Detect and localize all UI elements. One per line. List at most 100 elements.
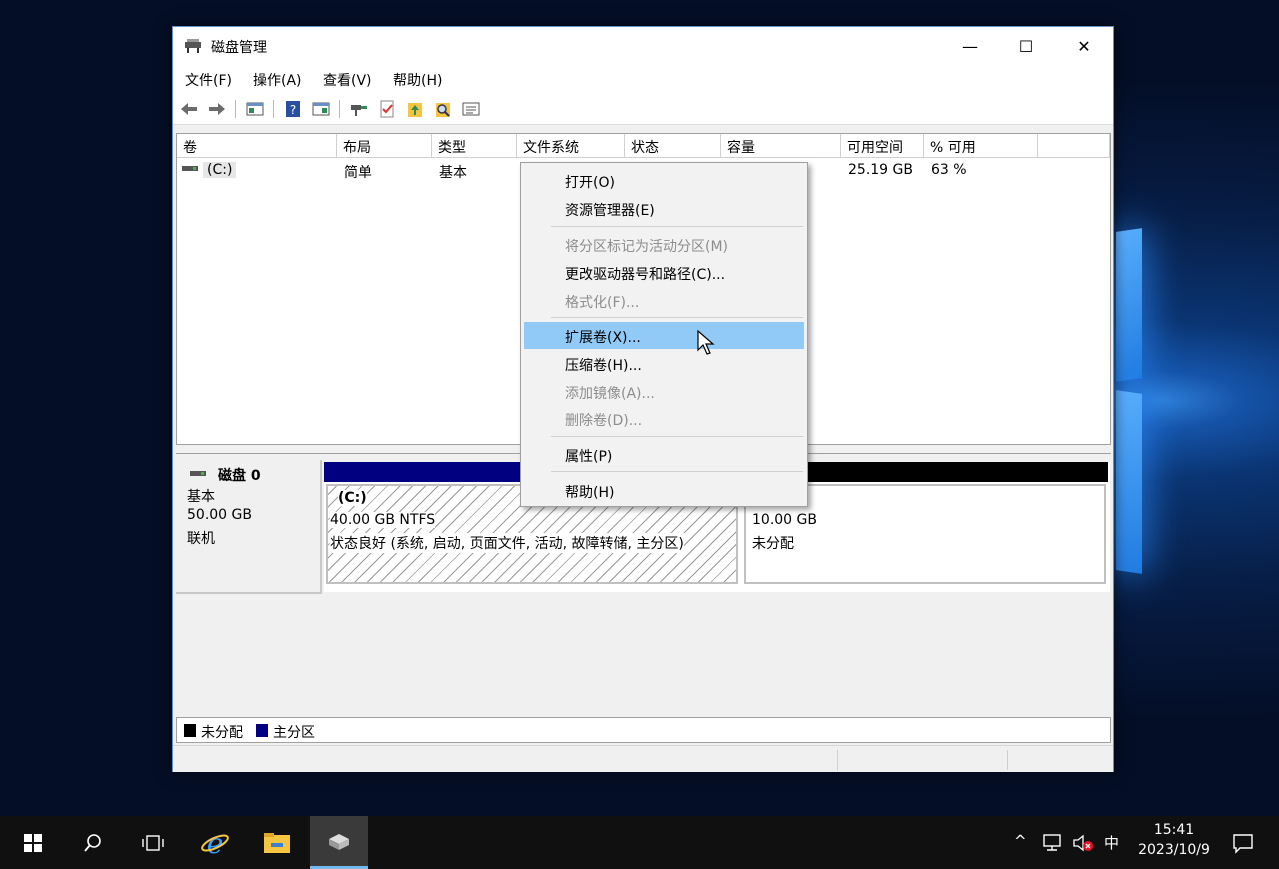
toolbar-separator	[273, 100, 274, 118]
menu-item-add-mirror: 添加镜像(A)...	[565, 386, 655, 402]
toolbar-separator	[235, 100, 236, 118]
tray-chevron-icon[interactable]: ^	[1014, 832, 1027, 850]
disk-icon	[190, 471, 206, 476]
volume-muted-icon[interactable]	[1072, 834, 1094, 852]
internet-explorer-button[interactable]: e	[186, 816, 244, 869]
menu-view[interactable]: 查看(V)	[323, 70, 372, 90]
menu-item-change-drive-letter[interactable]: 更改驱动器号和路径(C)...	[524, 259, 804, 286]
column-header-filesystem[interactable]: 文件系统	[517, 134, 625, 158]
disk-management-icon	[185, 39, 201, 53]
volume-name: (C:)	[203, 162, 237, 178]
menu-item-explorer[interactable]: 资源管理器(E)	[524, 195, 804, 222]
file-explorer-button[interactable]	[248, 816, 306, 869]
unallocated-size: 10.00 GB	[752, 512, 817, 528]
volume-free-space: 25.19 GB	[848, 162, 913, 178]
search-folder-icon[interactable]	[433, 99, 453, 119]
context-menu: 打开(O) 资源管理器(E) 将分区标记为活动分区(M) 更改驱动器号和路径(C…	[520, 162, 808, 507]
network-icon[interactable]	[1042, 834, 1062, 852]
notification-icon[interactable]	[1232, 832, 1254, 854]
properties-window-icon[interactable]	[311, 99, 331, 119]
menu-separator	[551, 317, 803, 318]
menu-help[interactable]: 帮助(H)	[393, 70, 442, 90]
title-bar[interactable]: 磁盘管理 — ☐ ✕	[173, 27, 1113, 65]
unallocated-status: 未分配	[752, 536, 794, 552]
column-header-free-space[interactable]: 可用空间	[841, 134, 924, 158]
windows-logo-pane	[1116, 390, 1142, 574]
disk-management-taskbar-button[interactable]	[310, 816, 368, 869]
ime-indicator[interactable]: 中	[1104, 832, 1119, 853]
menu-item-extend-volume[interactable]: 扩展卷(X)...	[524, 322, 804, 349]
legend-unallocated: 未分配	[201, 725, 243, 741]
menu-separator	[551, 226, 803, 227]
disk-name: 磁盘 0	[218, 468, 261, 484]
minimize-button[interactable]: —	[947, 27, 993, 65]
clock-date: 2023/10/9	[1138, 842, 1210, 858]
menu-item-mark-active: 将分区标记为活动分区(M)	[565, 239, 729, 255]
column-header-percent-free[interactable]: % 可用	[924, 134, 1038, 158]
checklist-icon[interactable]	[377, 99, 397, 119]
windows-logo-pane	[1116, 228, 1142, 382]
partition-c-label: (C:)	[338, 490, 367, 506]
menu-separator	[551, 471, 803, 472]
toolbar: ?	[173, 93, 1113, 125]
search-icon	[84, 833, 101, 852]
window-title: 磁盘管理	[211, 40, 267, 56]
column-header-volume[interactable]: 卷	[177, 134, 337, 158]
legend-primary: 主分区	[273, 725, 315, 741]
disk-info-box[interactable]: 磁盘 0 基本 50.00 GB 联机	[176, 460, 322, 594]
legend-swatch-unallocated	[184, 724, 196, 737]
maximize-button[interactable]: ☐	[1003, 27, 1049, 65]
partition-c-status: 状态良好 (系统, 启动, 页面文件, 活动, 故障转储, 主分区)	[330, 533, 684, 553]
disk-size: 50.00 GB	[187, 507, 252, 523]
disk-management-icon	[329, 834, 349, 850]
menu-separator	[551, 436, 803, 437]
status-bar	[173, 745, 1113, 772]
back-arrow-icon[interactable]	[179, 99, 199, 119]
status-separator	[1007, 750, 1008, 770]
svg-text:e: e	[207, 828, 224, 858]
volume-percent-free: 63 %	[931, 162, 967, 178]
console-tree-icon[interactable]	[245, 99, 265, 119]
menu-item-properties[interactable]: 属性(P)	[524, 441, 804, 468]
status-separator	[837, 750, 838, 770]
task-view-icon	[142, 834, 164, 851]
svg-text:?: ?	[290, 103, 296, 117]
menu-item-open[interactable]: 打开(O)	[524, 167, 804, 194]
drive-icon	[182, 166, 198, 171]
help-icon[interactable]: ?	[283, 99, 303, 119]
taskbar: e ^ 中 15:41 2023/10/9	[0, 816, 1279, 869]
up-folder-icon[interactable]	[405, 99, 425, 119]
internet-explorer-icon: e	[201, 828, 229, 858]
close-button[interactable]: ✕	[1061, 27, 1107, 65]
column-header-type[interactable]: 类型	[432, 134, 517, 158]
menu-action[interactable]: 操作(A)	[253, 70, 302, 90]
windows-start-icon	[24, 833, 42, 852]
legend: 未分配 主分区	[176, 717, 1111, 743]
connect-drive-icon[interactable]	[349, 99, 369, 119]
menu-item-shrink-volume[interactable]: 压缩卷(H)...	[524, 350, 804, 377]
column-header-empty	[1038, 134, 1110, 158]
volume-type: 基本	[439, 165, 467, 181]
list-window-icon[interactable]	[461, 99, 481, 119]
menu-item-help[interactable]: 帮助(H)	[524, 477, 804, 504]
disk-state: 联机	[187, 531, 215, 547]
task-view-button[interactable]	[124, 816, 182, 869]
disk-type: 基本	[187, 489, 215, 505]
column-header-status[interactable]: 状态	[625, 134, 721, 158]
toolbar-separator	[339, 100, 340, 118]
partition-c-size: 40.00 GB NTFS	[330, 512, 436, 528]
column-header-layout[interactable]: 布局	[337, 134, 432, 158]
menu-file[interactable]: 文件(F)	[185, 70, 232, 90]
menu-bar: 文件(F) 操作(A) 查看(V) 帮助(H)	[173, 65, 1113, 93]
menu-item-delete-volume: 删除卷(D)...	[565, 413, 643, 429]
legend-swatch-primary	[256, 724, 268, 737]
column-header-capacity[interactable]: 容量	[721, 134, 841, 158]
menu-item-format: 格式化(F)...	[565, 295, 640, 311]
clock[interactable]: 15:41 2023/10/9	[1134, 822, 1214, 858]
file-explorer-icon	[264, 832, 290, 853]
search-button[interactable]	[64, 816, 122, 869]
volume-layout: 简单	[344, 165, 372, 181]
forward-arrow-icon[interactable]	[207, 99, 227, 119]
start-button[interactable]	[4, 816, 62, 869]
clock-time: 15:41	[1153, 822, 1195, 838]
